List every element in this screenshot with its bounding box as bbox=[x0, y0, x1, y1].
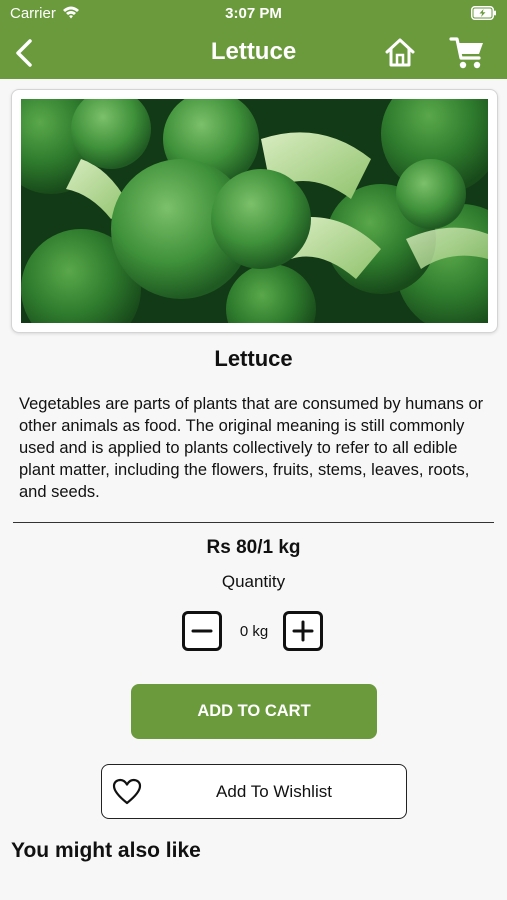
nav-bar: Lettuce bbox=[0, 28, 507, 79]
divider bbox=[13, 522, 494, 523]
add-to-wishlist-button[interactable]: Add To Wishlist bbox=[101, 764, 407, 819]
heart-icon bbox=[112, 778, 142, 811]
product-image-card bbox=[11, 89, 498, 333]
product-name: Lettuce bbox=[214, 346, 293, 371]
quantity-value: 0 kg bbox=[239, 623, 269, 640]
add-to-cart-button[interactable]: ADD TO CART bbox=[131, 684, 377, 739]
home-icon[interactable] bbox=[383, 36, 417, 70]
wishlist-label: Add To Wishlist bbox=[216, 782, 332, 801]
chevron-left-icon[interactable] bbox=[10, 35, 40, 71]
plus-icon bbox=[292, 620, 314, 642]
shopping-cart-icon[interactable] bbox=[449, 34, 487, 72]
broccoli-photo bbox=[21, 99, 488, 323]
increase-quantity-button[interactable] bbox=[283, 611, 323, 651]
battery-charging-icon bbox=[471, 6, 497, 24]
app-header: Carrier 3:07 PM Lettuce bbox=[0, 0, 507, 79]
product-price: Rs 80/1 kg bbox=[206, 537, 301, 558]
decrease-quantity-button[interactable] bbox=[182, 611, 222, 651]
status-time: 3:07 PM bbox=[225, 5, 282, 22]
product-description: Vegetables are parts of plants that are … bbox=[19, 395, 484, 501]
recommendations-title: You might also like bbox=[11, 839, 201, 862]
minus-icon bbox=[191, 629, 213, 633]
page-title: Lettuce bbox=[210, 38, 297, 65]
status-bar: Carrier 3:07 PM bbox=[0, 0, 507, 28]
quantity-label: Quantity bbox=[221, 572, 286, 591]
